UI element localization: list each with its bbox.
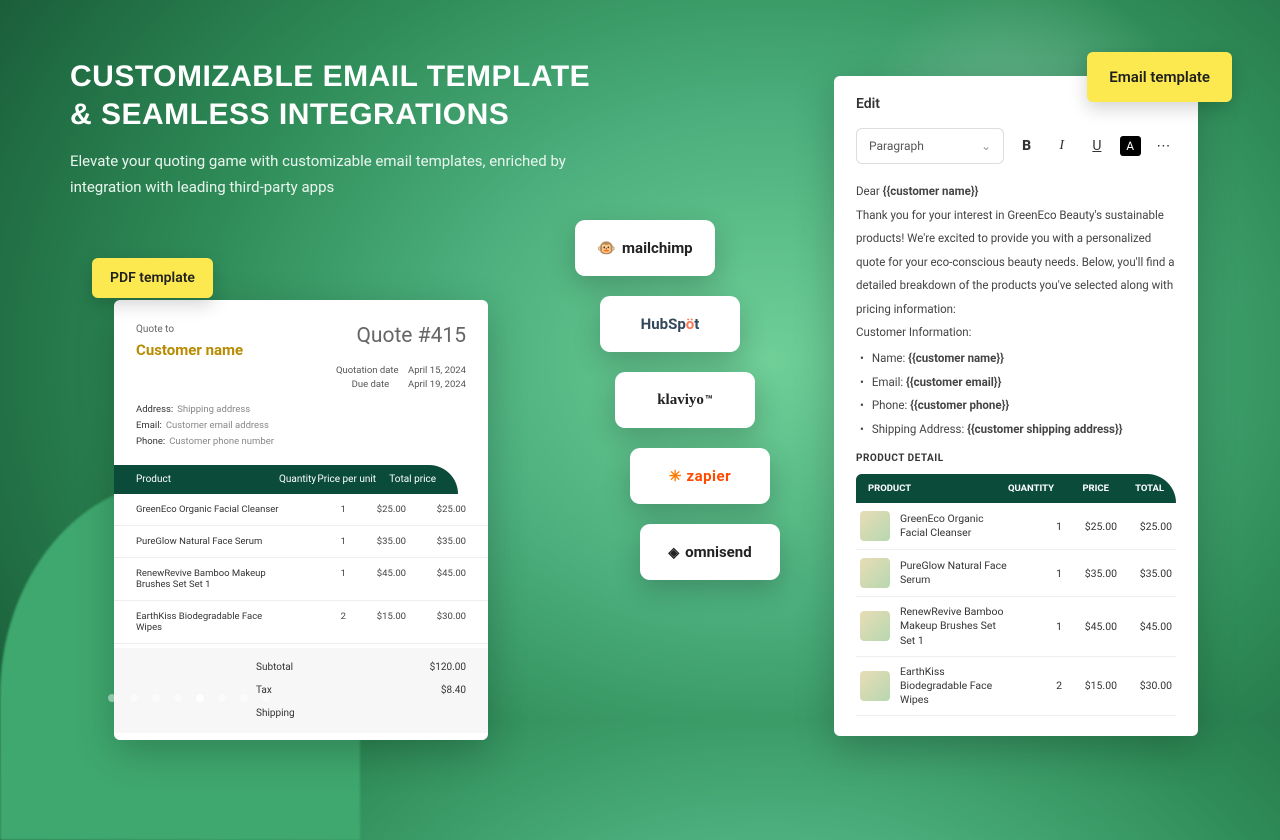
page-dot[interactable] [240, 694, 248, 702]
li-name-k: Name: [872, 351, 908, 365]
pdf-template-tag: PDF template [92, 258, 213, 298]
subtotal-key: Subtotal [136, 662, 430, 673]
table-row: EarthKiss Biodegradable Face Wipes2$15.0… [114, 601, 488, 644]
klaviyo-label: klaviyo [657, 392, 704, 409]
subtotal-val: $120.00 [430, 662, 466, 673]
tax-val: $8.40 [441, 685, 466, 696]
integration-klaviyo: klaviyo™ [615, 372, 755, 428]
due-date: April 19, 2024 [408, 379, 466, 390]
mailchimp-label: mailchimp [597, 239, 692, 257]
eth-total: TOTAL [1109, 483, 1164, 494]
hero-title-line1: CUSTOMIZABLE EMAIL TEMPLATE [70, 60, 590, 93]
email-body[interactable]: Dear {{customer name}} Thank you for you… [856, 180, 1176, 441]
th-qty: Quantity [256, 474, 316, 485]
page-dot[interactable] [218, 694, 226, 702]
table-row: PureGlow Natural Face Serum1$35.00$35.00 [114, 526, 488, 558]
th-product: Product [136, 474, 256, 485]
eth-price: PRICE [1054, 483, 1109, 494]
hero-subtitle: Elevate your quoting game with customiza… [70, 149, 630, 200]
table-row: RenewRevive Bamboo Makeup Brushes Set Se… [856, 597, 1176, 657]
customer-name-var: {{customer name}} [883, 184, 979, 198]
product-thumb [860, 671, 890, 701]
bold-button[interactable]: B [1014, 133, 1039, 159]
email-val: Customer email address [166, 420, 269, 431]
eth-qty: QUANTITY [999, 483, 1054, 494]
pagination-dots[interactable] [108, 694, 270, 702]
page-dot[interactable] [108, 694, 116, 702]
page-dot[interactable] [262, 694, 270, 702]
paragraph-select-label: Paragraph [869, 139, 924, 153]
email-key: Email: [136, 420, 162, 431]
li-phone-v: {{customer phone}} [910, 398, 1009, 412]
product-thumb [860, 611, 890, 641]
underline-button[interactable]: U [1084, 133, 1109, 159]
address-val: Shipping address [177, 404, 250, 415]
li-name-v: {{customer name}} [908, 351, 1004, 365]
product-thumb [860, 511, 890, 541]
chevron-down-icon: ⌄ [981, 139, 991, 153]
eth-product: PRODUCT [868, 483, 999, 494]
li-phone-k: Phone: [872, 398, 910, 412]
more-button[interactable]: ⋯ [1151, 133, 1176, 159]
paragraph-select[interactable]: Paragraph ⌄ [856, 128, 1004, 164]
page-dot[interactable] [152, 694, 160, 702]
customer-info-label: Customer Information: [856, 321, 1176, 345]
integration-mailchimp: mailchimp [575, 220, 715, 276]
li-ship-k: Shipping Address: [872, 422, 967, 436]
due-date-label: Due date [352, 379, 390, 390]
quotation-date: April 15, 2024 [408, 365, 466, 376]
product-detail-section: PRODUCT DETAIL [856, 453, 1176, 464]
table-row: GreenEco Organic Facial Cleanser1$25.00$… [114, 494, 488, 526]
page-dot[interactable] [174, 694, 182, 702]
li-email-v: {{customer email}} [906, 375, 1001, 389]
table-row: RenewRevive Bamboo Makeup Brushes Set Se… [114, 558, 488, 601]
integration-omnisend: omnisend [640, 524, 780, 580]
email-template-tag: Email template [1087, 52, 1232, 102]
email-paragraph: Thank you for your interest in GreenEco … [856, 204, 1176, 322]
address-key: Address: [136, 404, 173, 415]
integration-hubspot: HubSpöt [600, 296, 740, 352]
text-color-button[interactable]: A [1120, 136, 1141, 156]
pdf-summary: Subtotal$120.00 Tax$8.40 Shipping [114, 648, 488, 733]
integrations-list: mailchimp HubSpöt klaviyo™ ✳zapier omnis… [540, 220, 780, 580]
pdf-customer-name: Customer name [136, 341, 243, 359]
table-row: GreenEco Organic Facial Cleanser1$25.00$… [856, 503, 1176, 550]
dear-label: Dear [856, 184, 883, 198]
shipping-key: Shipping [136, 708, 466, 719]
table-row: PureGlow Natural Face Serum1$35.00$35.00 [856, 550, 1176, 597]
product-thumb [860, 558, 890, 588]
phone-key: Phone: [136, 436, 165, 447]
hero-title-line2: & SEAMLESS INTEGRATIONS [70, 98, 509, 131]
hero-title: CUSTOMIZABLE EMAIL TEMPLATE & SEAMLESS I… [70, 58, 630, 133]
integration-zapier: ✳zapier [630, 448, 770, 504]
quote-number: Quote #415 [356, 324, 466, 348]
page-dot[interactable] [130, 694, 138, 702]
email-table-header: PRODUCT QUANTITY PRICE TOTAL [856, 474, 1176, 503]
th-total: Total price [376, 474, 436, 485]
quotation-date-label: Quotation date [336, 365, 399, 376]
th-ppu: Price per unit [316, 474, 376, 485]
page-dot[interactable] [196, 694, 204, 702]
editor-toolbar: Paragraph ⌄ B I U A ⋯ [856, 128, 1176, 164]
pdf-table-header: Product Quantity Price per unit Total pr… [114, 465, 458, 494]
hubspot-label: HubSpöt [641, 315, 700, 333]
email-template-card: Edit Paragraph ⌄ B I U A ⋯ Dear {{custom… [834, 76, 1198, 736]
phone-val: Customer phone number [169, 436, 274, 447]
quote-to-label: Quote to [136, 324, 243, 335]
li-email-k: Email: [872, 375, 906, 389]
table-row: EarthKiss Biodegradable Face Wipes2$15.0… [856, 657, 1176, 717]
zapier-label: zapier [686, 467, 731, 485]
pdf-template-card: Quote to Customer name Quote #415 Quotat… [114, 300, 488, 740]
li-ship-v: {{customer shipping address}} [967, 422, 1122, 436]
omnisend-label: omnisend [668, 543, 751, 561]
italic-button[interactable]: I [1049, 133, 1074, 159]
